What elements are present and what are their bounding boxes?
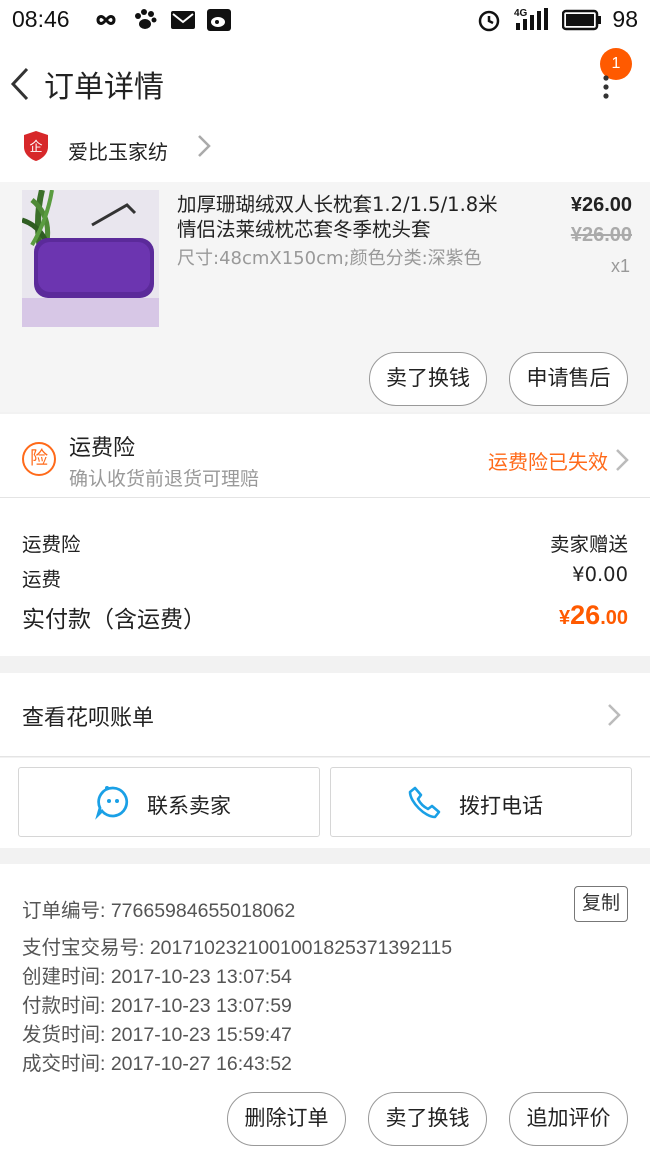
- product-quantity: x1: [610, 256, 630, 276]
- mail-icon: [171, 11, 195, 29]
- order-number: 订单编号: 77665984655018062: [22, 900, 296, 922]
- phone-icon: [408, 786, 441, 819]
- contact-seller-button[interactable]: 联系卖家: [18, 767, 320, 837]
- alarm-icon: [478, 10, 500, 32]
- fee-value: ¥0.00: [572, 563, 628, 586]
- total-integer: 26: [570, 600, 601, 630]
- weibo-icon: [207, 9, 231, 31]
- total-decimal: .00: [600, 607, 628, 629]
- contact-actions: 联系卖家 拨打电话: [0, 758, 650, 848]
- huabei-label: 查看花呗账单: [22, 706, 155, 731]
- contact-seller-label: 联系卖家: [147, 794, 231, 818]
- insurance-title: 运费险: [69, 436, 136, 461]
- shipping-insurance-row[interactable]: 险 运费险 确认收货前退货可理赔 运费险已失效: [0, 414, 650, 498]
- status-time: 08:46: [12, 6, 70, 32]
- shop-name: 爱比玉家纺: [68, 140, 168, 164]
- product-price: ¥26.00: [570, 194, 632, 216]
- created-time: 创建时间: 2017-10-23 13:07:54: [22, 966, 292, 988]
- huabei-bill-row[interactable]: 查看花呗账单: [0, 673, 650, 757]
- enterprise-shop-icon: 企: [24, 131, 48, 161]
- fee-value: 卖家赠送: [549, 533, 628, 556]
- status-bar: 08:46 4G 98: [0, 0, 650, 40]
- page-title: 订单详情: [44, 70, 164, 105]
- chat-bubble-icon: [95, 786, 129, 820]
- insurance-subtitle: 确认收货前退货可理赔: [69, 468, 260, 490]
- enterprise-shop-icon-text: 企: [29, 139, 42, 155]
- fee-row-insurance: 运费险 卖家赠送: [22, 528, 628, 556]
- copy-order-button[interactable]: 复制: [574, 886, 628, 922]
- back-arrow-icon[interactable]: [8, 66, 32, 102]
- battery-level: 98: [612, 6, 638, 32]
- shop-row[interactable]: 企 爱比玉家纺: [0, 126, 650, 182]
- paw-icon: [135, 9, 157, 29]
- fee-summary: 运费险 卖家赠送 运费 ¥0.00 实付款（含运费） ¥26.00: [0, 498, 650, 656]
- alipay-trade-number: 支付宝交易号: 2017102321001001825371392115: [22, 937, 453, 959]
- product-sku: 尺寸:48cmX150cm;颜色分类:深紫色: [177, 248, 482, 269]
- signal-icon: [516, 8, 548, 30]
- product-image[interactable]: [22, 190, 159, 327]
- delete-order-button[interactable]: 删除订单: [227, 1092, 346, 1146]
- shipped-time: 发货时间: 2017-10-23 15:59:47: [22, 1024, 292, 1046]
- total-currency: ¥: [559, 607, 571, 629]
- order-info: 订单编号: 77665984655018062 复制 支付宝交易号: 20171…: [0, 864, 650, 1155]
- battery-icon: [562, 9, 601, 31]
- completed-time: 成交时间: 2017-10-27 16:43:52: [22, 1053, 292, 1075]
- call-phone-button[interactable]: 拨打电话: [330, 767, 632, 837]
- infinity-icon: [96, 15, 116, 25]
- total-label: 实付款（含运费）: [22, 607, 206, 633]
- fee-row-shipping: 运费 ¥0.00: [22, 563, 628, 591]
- chevron-right-icon: [616, 449, 629, 471]
- sell-for-cash-button[interactable]: 卖了换钱: [369, 352, 487, 406]
- fee-label: 运费险: [22, 533, 81, 556]
- total-amount: ¥26.00: [559, 600, 628, 631]
- product-title[interactable]: 加厚珊瑚绒双人长枕套1.2/1.5/1.8米情侣法莱绒枕芯套冬季枕头套: [177, 192, 507, 242]
- more-menu-icon[interactable]: [598, 74, 614, 102]
- call-phone-label: 拨打电话: [459, 794, 543, 818]
- add-review-button[interactable]: 追加评价: [509, 1092, 628, 1146]
- paid-time: 付款时间: 2017-10-23 13:07:59: [22, 995, 292, 1017]
- product-card[interactable]: 加厚珊瑚绒双人长枕套1.2/1.5/1.8米情侣法莱绒枕芯套冬季枕头套 尺寸:4…: [0, 182, 650, 412]
- chevron-right-icon: [198, 135, 211, 157]
- fee-row-total: 实付款（含运费） ¥26.00: [22, 600, 628, 634]
- sell-for-cash-bottom-button[interactable]: 卖了换钱: [368, 1092, 487, 1146]
- product-original-price: ¥26.00: [570, 224, 632, 246]
- insurance-status[interactable]: 运费险已失效: [488, 446, 608, 475]
- top-bar: 订单详情 1: [0, 40, 650, 126]
- chevron-right-icon: [608, 704, 621, 726]
- after-sales-button[interactable]: 申请售后: [509, 352, 628, 406]
- insurance-icon: 险: [22, 442, 56, 476]
- fee-label: 运费: [22, 568, 62, 591]
